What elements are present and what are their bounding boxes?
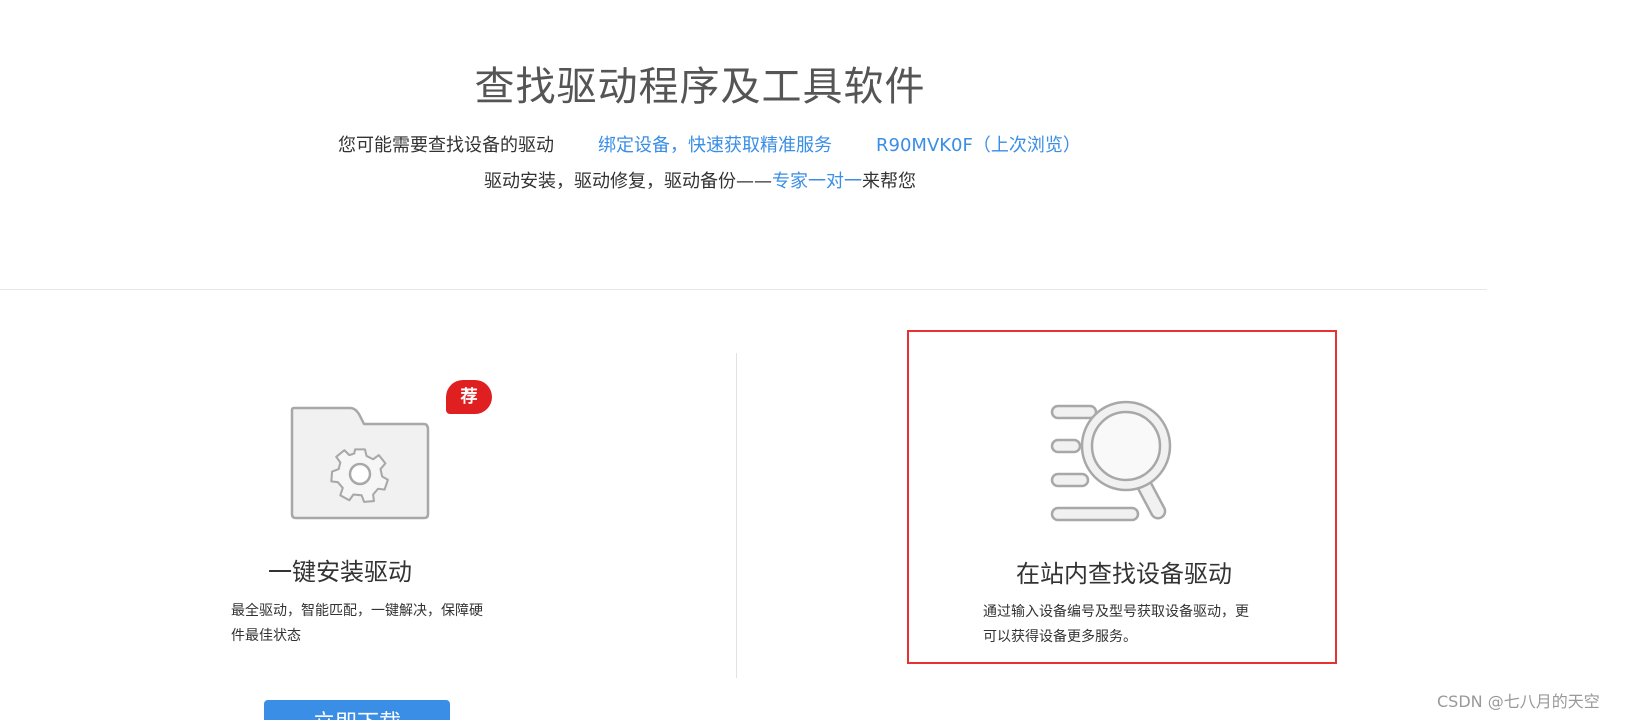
search-list-icon bbox=[1050, 400, 1172, 522]
card-divider bbox=[736, 353, 737, 678]
expert-link[interactable]: 专家一对一 bbox=[772, 171, 862, 192]
download-now-button[interactable]: 立即下载 bbox=[264, 700, 450, 720]
site-search-title: 在站内查找设备驱动 bbox=[1016, 560, 1232, 588]
folder-gear-icon bbox=[290, 406, 430, 520]
csdn-watermark: CSDN @七八月的天空 bbox=[1437, 692, 1600, 711]
page-title: 查找驱动程序及工具软件 bbox=[474, 64, 926, 110]
install-driver-card[interactable]: 荐 一键安装驱动 最全驱动，智能匹配，一键解决，保障硬件最佳状态 立即下载 bbox=[220, 380, 520, 720]
device-hint-text: 您可能需要查找设备的驱动 bbox=[338, 135, 554, 156]
driver-page: 查找驱动程序及工具软件 您可能需要查找设备的驱动 绑定设备，快速获取精准服务 R90… bbox=[0, 0, 1643, 720]
support-line: 驱动安装，驱动修复，驱动备份——专家一对一来帮您 bbox=[0, 167, 1400, 193]
recent-device-link[interactable]: R90MVK0F（上次浏览） bbox=[876, 135, 1081, 156]
support-text-after: 来帮您 bbox=[862, 171, 916, 192]
section-divider bbox=[0, 289, 1487, 290]
install-driver-title: 一键安装驱动 bbox=[268, 558, 412, 586]
recommend-badge: 荐 bbox=[446, 380, 492, 414]
install-driver-description: 最全驱动，智能匹配，一键解决，保障硬件最佳状态 bbox=[231, 603, 483, 644]
site-search-description: 通过输入设备编号及型号获取设备驱动，更可以获得设备更多服务。 bbox=[983, 604, 1249, 645]
support-text-before: 驱动安装，驱动修复，驱动备份—— bbox=[484, 171, 772, 192]
bind-device-link[interactable]: 绑定设备，快速获取精准服务 bbox=[598, 135, 832, 156]
site-search-driver-card[interactable]: 在站内查找设备驱动 通过输入设备编号及型号获取设备驱动，更可以获得设备更多服务。 bbox=[907, 330, 1337, 664]
device-hint-line: 您可能需要查找设备的驱动 绑定设备，快速获取精准服务 R90MVK0F（上次浏览） bbox=[338, 131, 1081, 157]
